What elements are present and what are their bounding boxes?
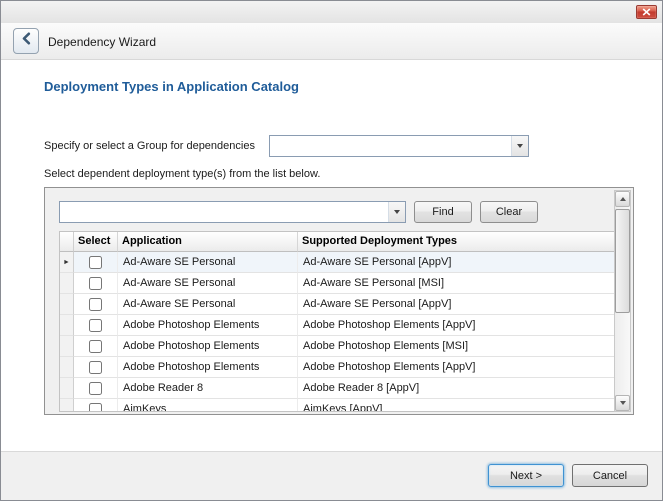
row-selector-cell [60, 273, 74, 294]
application-cell: Ad-Aware SE Personal [118, 252, 298, 273]
deployment-type-cell: AimKeys [AppV] [298, 399, 615, 412]
arrow-down-icon [620, 401, 626, 405]
scroll-up-button[interactable] [615, 191, 630, 207]
group-label: Specify or select a Group for dependenci… [44, 135, 255, 157]
table-row[interactable]: ► Ad-Aware SE Personal Ad-Aware SE Perso… [60, 252, 615, 273]
select-cell [74, 399, 118, 412]
group-combobox[interactable] [269, 135, 529, 157]
select-cell [74, 294, 118, 315]
grid-body: ► Ad-Aware SE Personal Ad-Aware SE Perso… [60, 252, 615, 412]
row-selector-cell: ► [60, 252, 74, 273]
column-header-deployment-types[interactable]: Supported Deployment Types [298, 232, 615, 252]
deployment-type-cell: Ad-Aware SE Personal [AppV] [298, 294, 615, 315]
row-checkbox[interactable] [89, 319, 102, 332]
table-row[interactable]: Adobe Photoshop Elements Adobe Photoshop… [60, 315, 615, 336]
select-cell [74, 252, 118, 273]
next-button[interactable]: Next > [488, 464, 564, 487]
row-selector-cell [60, 357, 74, 378]
row-checkbox[interactable] [89, 403, 102, 413]
select-cell [74, 315, 118, 336]
row-selector-cell [60, 315, 74, 336]
scroll-down-button[interactable] [615, 395, 630, 411]
titlebar [1, 1, 662, 23]
select-cell [74, 336, 118, 357]
scrollbar-thumb[interactable] [615, 209, 630, 313]
wizard-header: Dependency Wizard [1, 23, 662, 60]
row-checkbox[interactable] [89, 361, 102, 374]
select-cell [74, 357, 118, 378]
close-icon [642, 3, 651, 21]
application-cell: AimKeys [118, 399, 298, 412]
wizard-content: Deployment Types in Application Catalog … [1, 60, 662, 451]
grid-header-row: Select Application Supported Deployment … [60, 232, 615, 252]
page-title: Deployment Types in Application Catalog [44, 79, 299, 94]
row-selector-cell [60, 336, 74, 357]
table-row[interactable]: AimKeys AimKeys [AppV] [60, 399, 615, 412]
group-combobox-input[interactable] [270, 136, 510, 156]
application-cell: Adobe Photoshop Elements [118, 336, 298, 357]
chevron-down-icon [394, 210, 400, 214]
select-cell [74, 273, 118, 294]
deployment-types-grid: Select Application Supported Deployment … [59, 231, 616, 412]
row-selector-cell [60, 294, 74, 315]
filter-combobox[interactable] [59, 201, 406, 223]
row-checkbox[interactable] [89, 382, 102, 395]
table-row[interactable]: Ad-Aware SE Personal Ad-Aware SE Persona… [60, 294, 615, 315]
deployment-type-cell: Adobe Photoshop Elements [AppV] [298, 357, 615, 378]
table-row[interactable]: Adobe Reader 8 Adobe Reader 8 [AppV] [60, 378, 615, 399]
deployment-type-cell: Adobe Photoshop Elements [AppV] [298, 315, 615, 336]
column-header-application[interactable]: Application [118, 232, 298, 252]
application-cell: Ad-Aware SE Personal [118, 294, 298, 315]
deployment-type-panel: Find Clear Select Application Supported … [44, 187, 634, 415]
arrow-up-icon [620, 197, 626, 201]
dependency-wizard-window: Dependency Wizard Deployment Types in Ap… [0, 0, 663, 501]
wizard-footer: Next > Cancel [1, 451, 662, 500]
table-row[interactable]: Adobe Photoshop Elements Adobe Photoshop… [60, 336, 615, 357]
chevron-down-icon [517, 144, 523, 148]
list-instruction-label: Select dependent deployment type(s) from… [44, 168, 320, 180]
find-button[interactable]: Find [414, 201, 472, 223]
row-checkbox[interactable] [89, 340, 102, 353]
column-header-select[interactable]: Select [74, 232, 118, 252]
deployment-type-cell: Adobe Photoshop Elements [MSI] [298, 336, 615, 357]
application-cell: Adobe Photoshop Elements [118, 315, 298, 336]
filter-dropdown-button[interactable] [388, 202, 405, 222]
deployment-type-cell: Ad-Aware SE Personal [MSI] [298, 273, 615, 294]
cancel-button[interactable]: Cancel [572, 464, 648, 487]
close-button[interactable] [636, 5, 657, 19]
select-cell [74, 378, 118, 399]
table-row[interactable]: Ad-Aware SE Personal Ad-Aware SE Persona… [60, 273, 615, 294]
row-selector-cell [60, 378, 74, 399]
application-cell: Adobe Reader 8 [118, 378, 298, 399]
back-arrow-icon [20, 32, 33, 50]
application-cell: Ad-Aware SE Personal [118, 273, 298, 294]
row-checkbox[interactable] [89, 298, 102, 311]
current-row-icon: ► [63, 259, 70, 266]
deployment-type-cell: Ad-Aware SE Personal [AppV] [298, 252, 615, 273]
row-selector-header [60, 232, 74, 252]
filter-combobox-input[interactable] [60, 202, 387, 222]
back-button[interactable] [13, 28, 39, 54]
row-checkbox[interactable] [89, 277, 102, 290]
clear-button[interactable]: Clear [480, 201, 538, 223]
vertical-scrollbar[interactable] [614, 190, 631, 412]
group-dropdown-button[interactable] [511, 136, 528, 156]
deployment-type-cell: Adobe Reader 8 [AppV] [298, 378, 615, 399]
table-row[interactable]: Adobe Photoshop Elements Adobe Photoshop… [60, 357, 615, 378]
row-selector-cell [60, 399, 74, 412]
window-title: Dependency Wizard [48, 35, 156, 49]
row-checkbox[interactable] [89, 256, 102, 269]
application-cell: Adobe Photoshop Elements [118, 357, 298, 378]
